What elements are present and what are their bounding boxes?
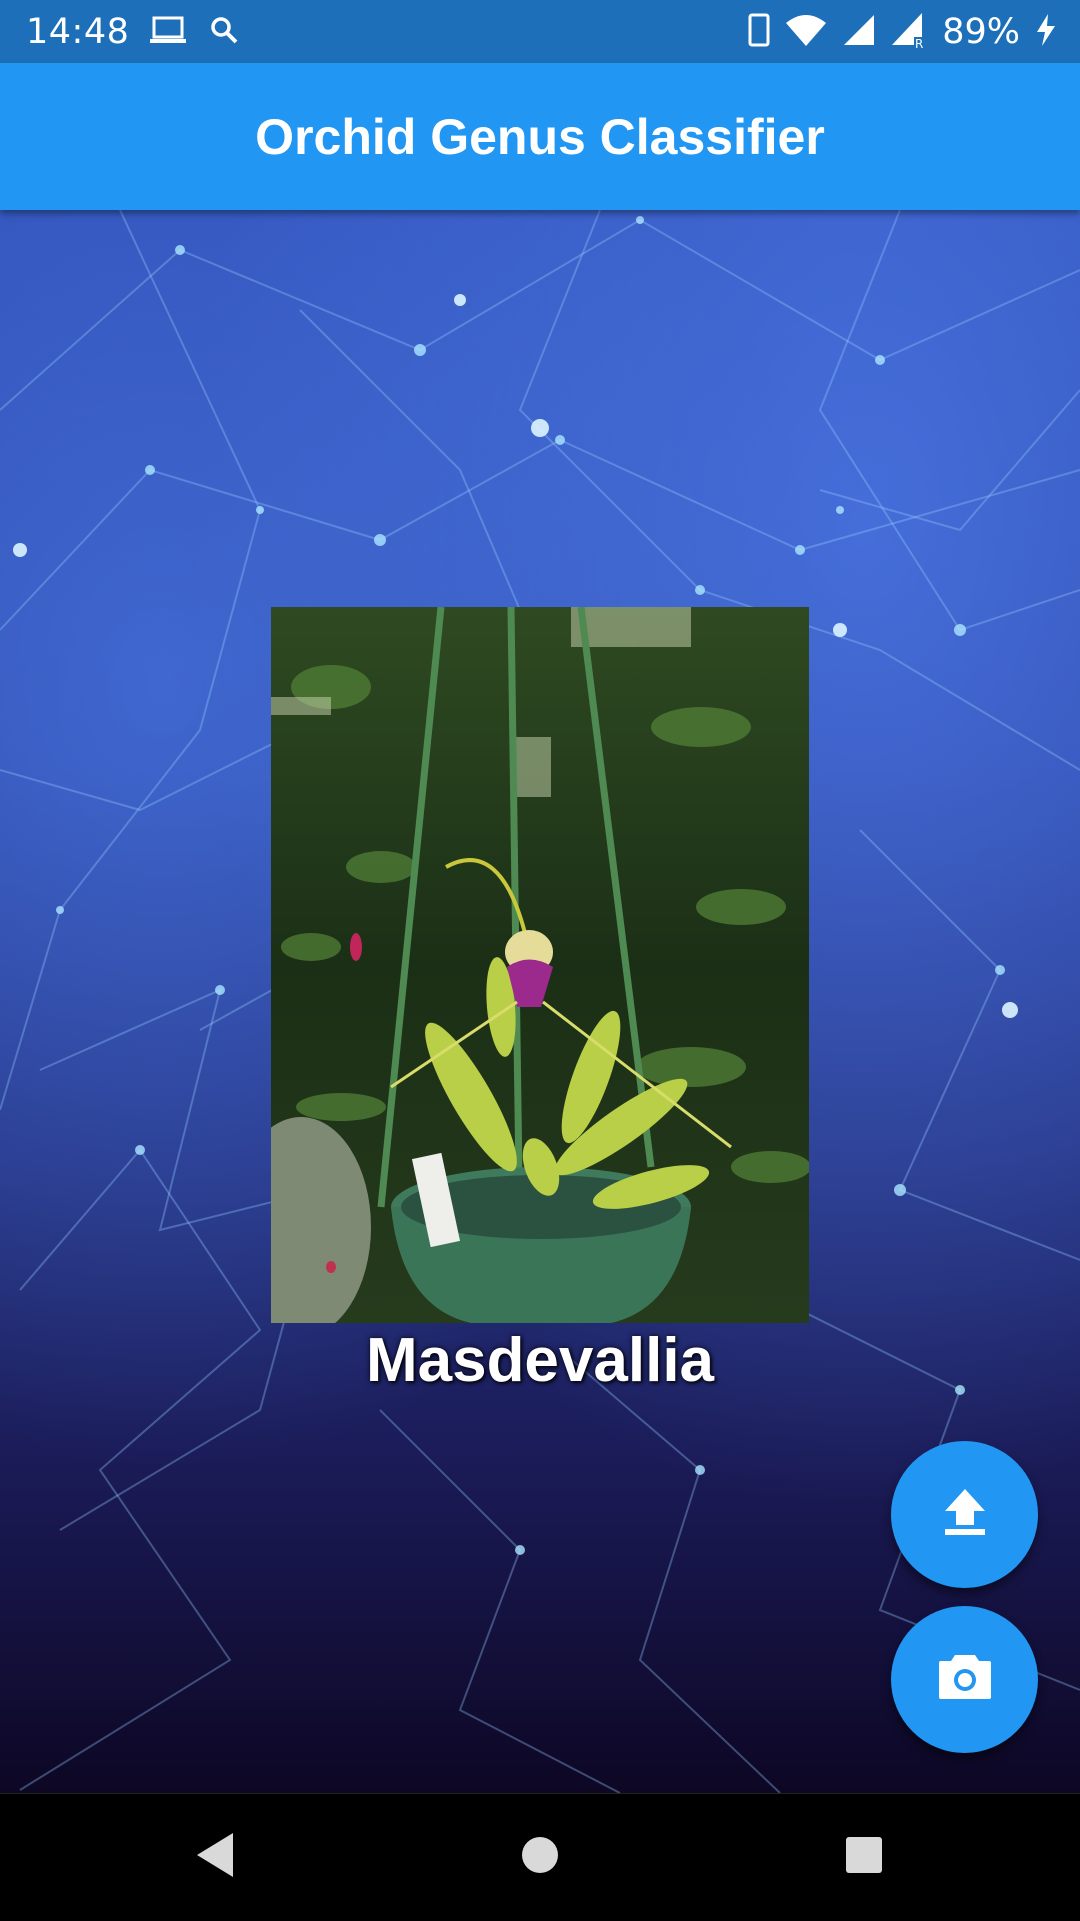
recents-square-icon: [844, 1835, 884, 1880]
camera-icon: [937, 1653, 993, 1706]
app-title: Orchid Genus Classifier: [255, 108, 825, 165]
phone-icon: [748, 13, 770, 51]
back-triangle-icon: [193, 1831, 237, 1884]
signal-roaming-icon: R: [890, 11, 928, 53]
wifi-icon: [784, 13, 828, 51]
signal-icon: [842, 13, 876, 51]
svg-text:R: R: [915, 37, 923, 49]
navigation-bar: [0, 1793, 1080, 1921]
nav-recents-button[interactable]: [804, 1794, 924, 1921]
upload-icon: [943, 1487, 987, 1542]
app-bar: Orchid Genus Classifier: [0, 63, 1080, 210]
status-bar: 14:48 R 89%: [0, 0, 1080, 63]
laptop-icon: [149, 15, 187, 49]
camera-button[interactable]: [891, 1606, 1038, 1753]
home-circle-icon: [520, 1835, 560, 1880]
status-time: 14:48: [26, 11, 130, 52]
main-content: Masdevallia: [0, 210, 1080, 1793]
charging-icon: [1034, 13, 1058, 51]
upload-button[interactable]: [891, 1441, 1038, 1588]
nav-home-button[interactable]: [480, 1794, 600, 1921]
orchid-photo: [271, 607, 809, 1323]
nav-back-button[interactable]: [155, 1794, 275, 1921]
battery-percent: 89%: [942, 11, 1020, 52]
prediction-label: Masdevallia: [365, 1326, 715, 1395]
search-icon: [209, 15, 239, 49]
